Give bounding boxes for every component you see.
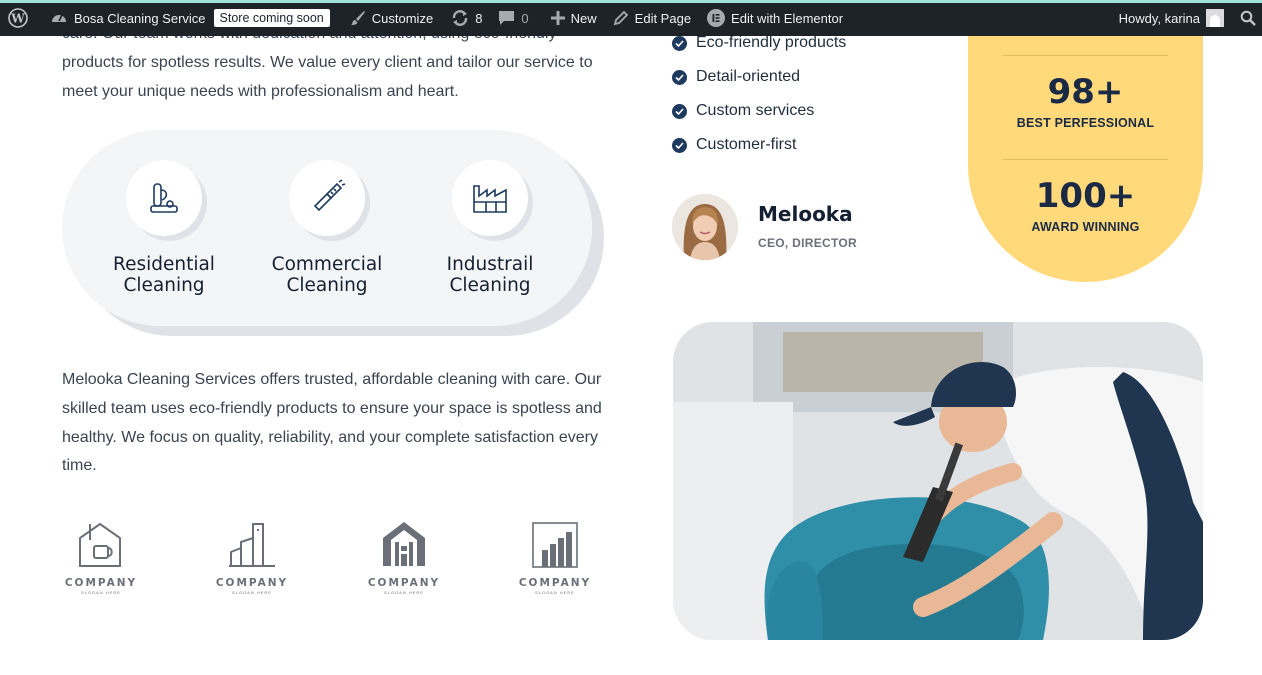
service-title-line2: Cleaning: [123, 275, 205, 296]
service-title-line1: Residential: [113, 254, 215, 275]
service-title-line1: Commercial: [271, 254, 383, 275]
company-slogan: SLOGAN HERE: [81, 590, 121, 595]
buildings-logo-icon: [229, 523, 275, 567]
city-logo-icon: [532, 522, 578, 568]
feature-item: Detail-oriented: [672, 60, 846, 94]
site-name: Bosa Cleaning Service: [74, 10, 206, 26]
stat-label: BEST PERFESSIONAL: [1016, 116, 1155, 130]
feature-item: Customer-first: [672, 128, 846, 162]
edit-with-elementor-button[interactable]: Edit with Elementor: [699, 0, 851, 36]
svg-text:W: W: [10, 12, 25, 26]
pencil-icon: [613, 10, 628, 26]
edit-page-label: Edit Page: [634, 10, 692, 26]
comments-button[interactable]: 0: [490, 0, 536, 36]
customize-button[interactable]: Customize: [342, 0, 441, 36]
check-circle-icon: [672, 35, 687, 51]
dashboard-gauge-icon: [52, 14, 66, 22]
elementor-icon: [707, 9, 726, 27]
company-wordmark: COMPANY: [367, 577, 441, 589]
paintbrush-icon: [350, 11, 365, 25]
home-logo-icon: [383, 522, 425, 566]
customize-label: Customize: [371, 10, 434, 26]
comments-count: 0: [521, 10, 529, 26]
check-circle-icon: [672, 137, 687, 153]
check-circle-icon: [672, 69, 687, 85]
company-slogan: SLOGAN HERE: [535, 590, 575, 595]
service-title-line2: Cleaning: [449, 275, 531, 296]
plus-icon: [550, 11, 565, 25]
features-list: Eco-friendly products Detail-oriented Cu…: [672, 26, 846, 162]
service-residential[interactable]: Residential Cleaning: [89, 160, 239, 296]
site-name-menu[interactable]: Bosa Cleaning Service Store coming soon: [36, 0, 342, 36]
howdy-greeting: Howdy, karina: [1118, 10, 1200, 26]
top-accent-line: [0, 0, 1262, 3]
stat-number: 98+: [1047, 72, 1124, 112]
store-coming-soon-badge[interactable]: Store coming soon: [213, 9, 330, 27]
services-pill: Residential Cleaning Commercial Cleaning: [62, 130, 592, 326]
new-content-button[interactable]: New: [537, 0, 605, 36]
stat-label: AWARD WINNING: [1031, 220, 1140, 234]
feature-item: Custom services: [672, 94, 846, 128]
check-circle-icon: [672, 103, 687, 119]
person-name: Melooka: [758, 202, 853, 226]
new-label: New: [570, 10, 597, 26]
wordpress-icon: W: [8, 8, 28, 28]
edit-page-button[interactable]: Edit Page: [605, 0, 699, 36]
divider: [1003, 159, 1168, 160]
divider: [1003, 55, 1168, 56]
company-wordmark: COMPANY: [215, 577, 289, 589]
stat-number: 100+: [1035, 176, 1136, 216]
company-logo[interactable]: COMPANY SLOGAN HERE: [212, 520, 292, 595]
wordpress-logo-button[interactable]: W: [0, 0, 36, 36]
company-slogan: SLOGAN HERE: [232, 590, 272, 595]
person-role: CEO, DIRECTOR: [758, 236, 858, 250]
admin-bar: W Bosa Cleaning Service Store coming soo…: [0, 0, 1262, 36]
vacuum-icon: [126, 160, 202, 236]
stat-professionals: 98+ BEST PERFESSIONAL: [968, 72, 1203, 130]
user-avatar: [1206, 9, 1224, 27]
company-logo[interactable]: COMPANY SLOGAN HERE: [364, 520, 444, 595]
comment-bubble-icon: [499, 11, 515, 25]
search-button[interactable]: [1232, 0, 1262, 36]
person-avatar: [672, 194, 738, 260]
feature-label: Custom services: [696, 102, 815, 119]
brush-icon: [289, 160, 365, 236]
feature-label: Detail-oriented: [696, 68, 801, 85]
stats-card: 98+ BEST PERFESSIONAL 100+ AWARD WINNING: [968, 0, 1203, 282]
my-account-menu[interactable]: Howdy, karina: [1111, 0, 1232, 36]
service-title-line1: Industrail: [446, 254, 534, 275]
company-wordmark: COMPANY: [518, 577, 592, 589]
edit-elementor-label: Edit with Elementor: [731, 10, 844, 26]
company-logo[interactable]: COMPANY SLOGAN HERE: [515, 520, 595, 595]
house-logo-icon: [79, 522, 121, 567]
about-paragraph: Melooka Cleaning Services offers trusted…: [62, 371, 602, 475]
feature-label: Customer-first: [696, 136, 797, 153]
service-commercial[interactable]: Commercial Cleaning: [252, 160, 402, 296]
factory-icon: [452, 160, 528, 236]
company-logo[interactable]: COMPANY SLOGAN HERE: [61, 520, 141, 595]
search-icon: [1240, 10, 1256, 26]
service-title-line2: Cleaning: [286, 275, 368, 296]
feature-label: Eco-friendly products: [696, 34, 847, 51]
updates-count: 8: [475, 10, 483, 26]
cleaner-hero-image: [673, 322, 1203, 640]
company-slogan: SLOGAN HERE: [384, 590, 424, 595]
updates-button[interactable]: 8: [441, 0, 490, 36]
service-industrial[interactable]: Industrail Cleaning: [415, 160, 565, 296]
refresh-icon: [452, 10, 468, 26]
company-wordmark: COMPANY: [64, 577, 138, 589]
stat-awards: 100+ AWARD WINNING: [968, 176, 1203, 234]
